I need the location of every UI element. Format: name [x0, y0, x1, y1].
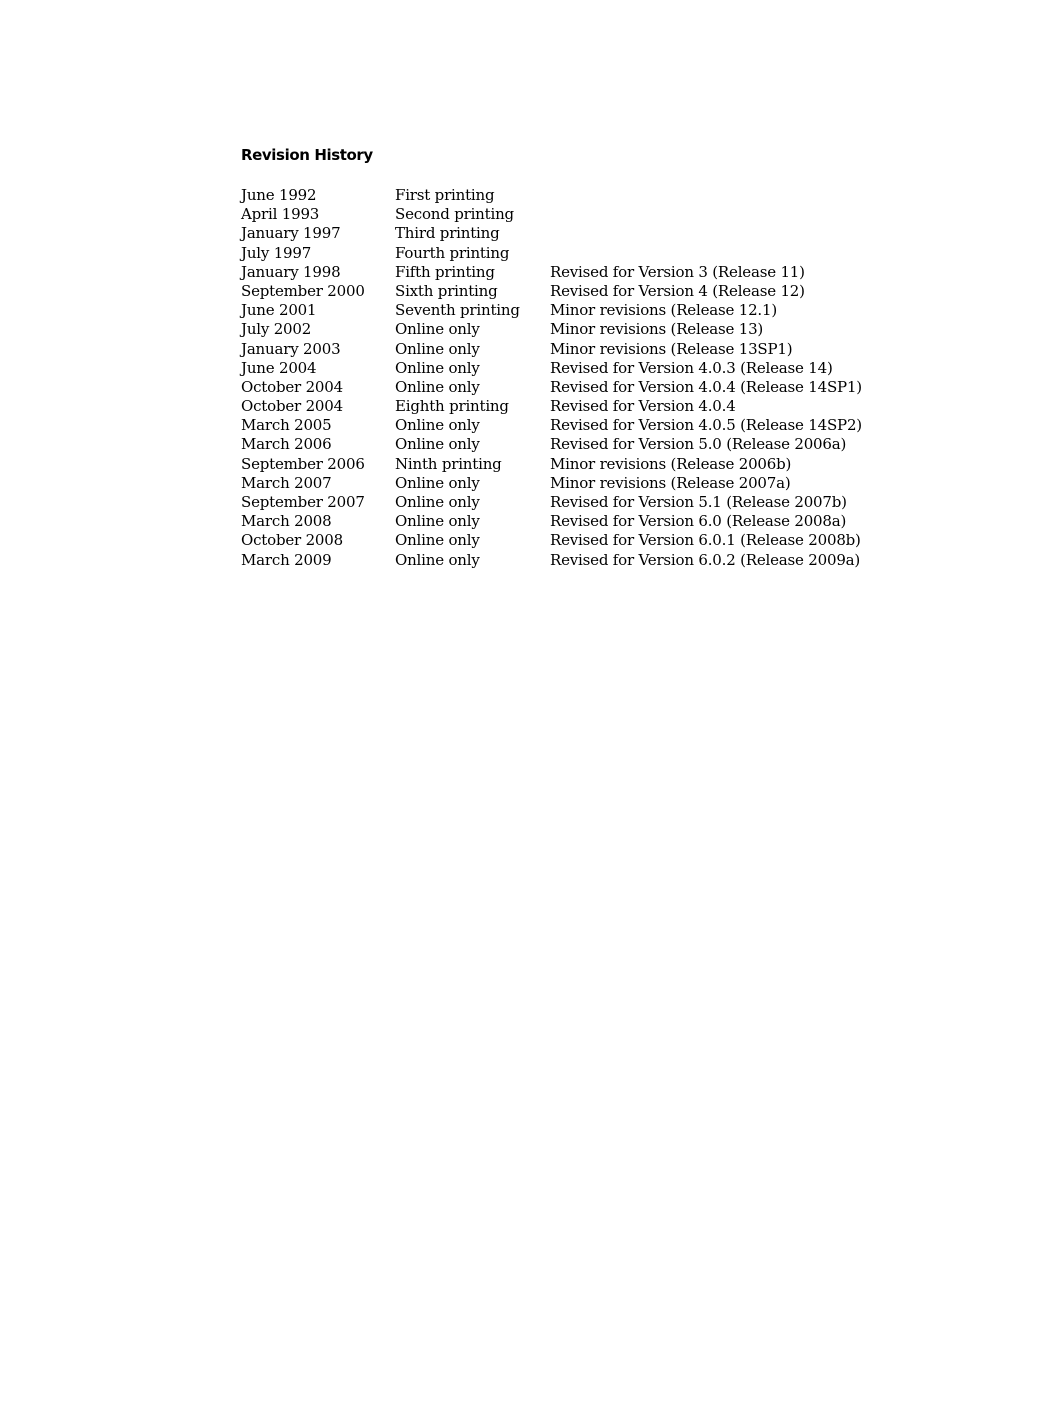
- revision-row: March 2005 Online only Revised for Version…: [241, 416, 881, 435]
- revision-date: January 1997: [241, 224, 341, 243]
- revision-table: June 1992 First printing April 1993 Second …: [241, 186, 881, 570]
- revision-row: September 2000 Sixth printing Revised for …: [241, 282, 881, 301]
- revision-row: March 2006 Online only Revised for Version…: [241, 435, 881, 454]
- revision-note: Revised for Version 5.0 (Release 2006a): [550, 435, 847, 454]
- revision-edition: Eighth printing: [395, 397, 509, 416]
- revision-row: October 2008 Online only Revised for Versi…: [241, 531, 881, 550]
- revision-date: March 2005: [241, 416, 332, 435]
- revision-note: Revised for Version 4.0.5 (Release 14SP2…: [550, 416, 862, 435]
- revision-edition: Third printing: [395, 224, 500, 243]
- revision-date: October 2004: [241, 377, 343, 396]
- revision-row: September 2007 Online only Revised for Ver…: [241, 493, 881, 512]
- revision-row: March 2009 Online only Revised for Version…: [241, 551, 881, 570]
- revision-row: October 2004 Online only Revised for Versi…: [241, 378, 881, 397]
- revision-date: October 2004: [241, 397, 343, 416]
- revision-date: July 2002: [241, 320, 312, 339]
- revision-row: March 2007 Online only Minor revisions (Re…: [241, 474, 881, 493]
- revision-edition: Fourth printing: [395, 243, 510, 262]
- revision-note: Revised for Version 6.0 (Release 2008a): [550, 512, 847, 531]
- revision-note: Minor revisions (Release 2007a): [550, 473, 791, 492]
- revision-edition: Ninth printing: [395, 454, 502, 473]
- revision-date: June 2004: [241, 358, 317, 377]
- revision-row: July 2002 Online only Minor revisions (Rel…: [241, 320, 881, 339]
- revision-edition: Seventh printing: [395, 301, 520, 320]
- revision-date: September 2006: [241, 454, 365, 473]
- revision-row: June 1992 First printing: [241, 186, 881, 205]
- revision-edition: Fifth printing: [395, 262, 495, 281]
- revision-note: Minor revisions (Release 13SP1): [550, 339, 793, 358]
- revision-edition: Online only: [395, 531, 480, 550]
- revision-note: Revised for Version 6.0.1 (Release 2008b…: [550, 531, 861, 550]
- revision-edition: Online only: [395, 339, 480, 358]
- revision-row: April 1993 Second printing: [241, 205, 881, 224]
- revision-note: Revised for Version 4.0.4 (Release 14SP1…: [550, 377, 862, 396]
- revision-date: September 2007: [241, 493, 365, 511]
- revision-date: July 1997: [241, 243, 312, 262]
- revision-date: June 1992: [241, 186, 317, 204]
- revision-edition: Online only: [395, 377, 480, 396]
- revision-note: Revised for Version 6.0.2 (Release 2009a…: [550, 550, 861, 569]
- revision-note: Revised for Version 5.1 (Release 2007b): [550, 493, 847, 511]
- revision-edition: Sixth printing: [395, 281, 498, 300]
- revision-note: Revised for Version 4.0.3 (Release 14): [550, 358, 833, 377]
- revision-note: Revised for Version 4.0.4: [550, 397, 736, 416]
- revision-date: March 2006: [241, 435, 332, 454]
- revision-history-page: Revision History June 1992 First printing…: [241, 144, 862, 569]
- revision-note: Revised for Version 4 (Release 12): [550, 281, 805, 300]
- revision-note: Minor revisions (Release 13): [550, 320, 764, 339]
- revision-row: September 2006 Ninth printing Minor revisi…: [241, 455, 881, 474]
- revision-note: Minor revisions (Release 2006b): [550, 454, 792, 473]
- revision-date: October 2008: [241, 531, 343, 550]
- revision-row: March 2008 Online only Revised for Version…: [241, 512, 881, 531]
- revision-date: January 1998: [241, 262, 341, 281]
- revision-date: April 1993: [241, 205, 320, 224]
- revision-row: June 2004 Online only Revised for Version …: [241, 359, 881, 378]
- revision-date: September 2000: [241, 281, 365, 300]
- revision-date: June 2001: [241, 301, 317, 320]
- revision-row: January 2003 Online only Minor revisions (…: [241, 340, 881, 359]
- revision-edition: Online only: [395, 416, 480, 435]
- revision-edition: Online only: [395, 550, 480, 569]
- revision-edition: Second printing: [395, 205, 514, 224]
- revision-note: Revised for Version 3 (Release 11): [550, 262, 805, 281]
- revision-edition: Online only: [395, 493, 480, 511]
- revision-row: October 2004 Eighth printing Revised for V…: [241, 397, 881, 416]
- revision-row: January 1998 Fifth printing Revised for Ve…: [241, 263, 881, 282]
- revision-row: January 1997 Third printing: [241, 224, 881, 243]
- revision-note: Minor revisions (Release 12.1): [550, 301, 777, 320]
- revision-date: March 2007: [241, 473, 332, 492]
- revision-edition: First printing: [395, 186, 495, 204]
- revision-row: June 2001 Seventh printing Minor revisions…: [241, 301, 881, 320]
- revision-date: March 2009: [241, 550, 332, 569]
- revision-date: January 2003: [241, 339, 341, 358]
- revision-edition: Online only: [395, 320, 480, 339]
- revision-edition: Online only: [395, 358, 480, 377]
- revision-date: March 2008: [241, 512, 332, 531]
- revision-edition: Online only: [395, 435, 480, 454]
- revision-edition: Online only: [395, 473, 480, 492]
- revision-edition: Online only: [395, 512, 480, 531]
- revision-row: July 1997 Fourth printing: [241, 244, 881, 263]
- page-title: Revision History: [241, 146, 373, 164]
